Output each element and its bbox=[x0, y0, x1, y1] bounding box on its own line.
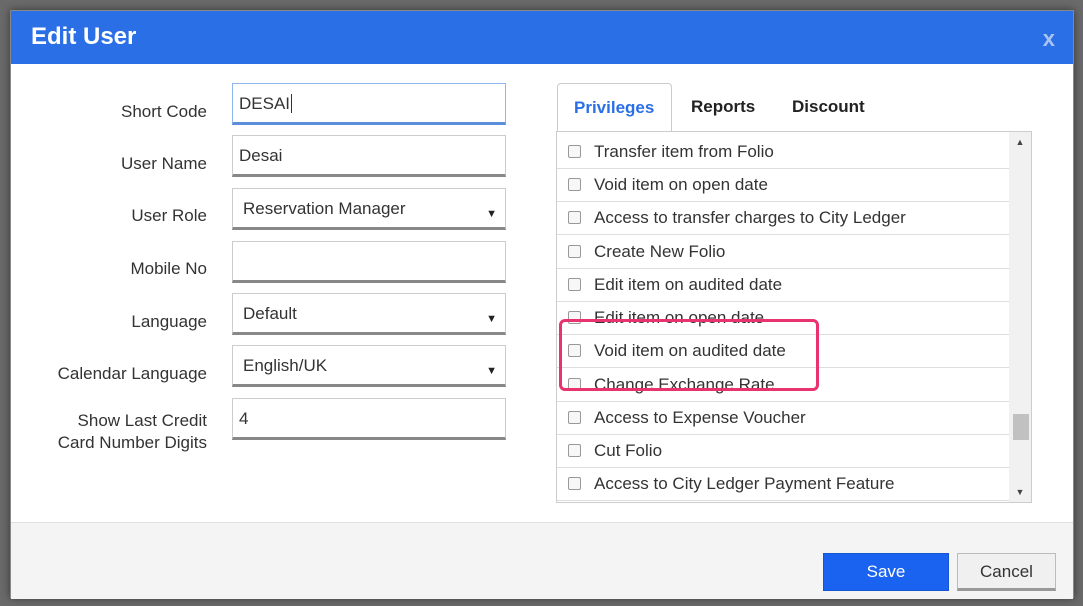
list-item[interactable]: Access to City Ledger Payment Feature bbox=[557, 468, 1009, 501]
checkbox[interactable] bbox=[568, 411, 581, 424]
user-role-value: Reservation Manager bbox=[243, 199, 406, 218]
list-item[interactable]: Transfer item from Folio bbox=[557, 136, 1009, 169]
list-item[interactable]: Change Exchange Rate bbox=[557, 369, 1009, 402]
scrollbar-thumb[interactable] bbox=[1013, 414, 1029, 440]
privilege-label: Cut Folio bbox=[594, 441, 663, 460]
list-item[interactable]: Access to Expense Voucher bbox=[557, 402, 1009, 435]
dialog-footer: Save Cancel bbox=[11, 522, 1073, 599]
dialog-titlebar: Edit User x bbox=[11, 11, 1073, 64]
checkbox[interactable] bbox=[568, 378, 581, 391]
list-item[interactable]: Create New Folio bbox=[557, 236, 1009, 269]
save-button[interactable]: Save bbox=[823, 553, 949, 591]
privilege-label: Create New Folio bbox=[594, 242, 726, 261]
calendar-language-label: Calendar Language bbox=[57, 364, 207, 383]
privilege-label: Edit item on audited date bbox=[594, 275, 783, 294]
show-last-digits-input[interactable]: 4 bbox=[232, 398, 506, 440]
edit-user-dialog: Edit User x Short Code DESAI User Name D… bbox=[10, 10, 1074, 599]
scroll-down-icon[interactable]: ▼ bbox=[1009, 484, 1031, 500]
privileges-list: Transfer item from Folio Void item on op… bbox=[556, 131, 1032, 503]
checkbox[interactable] bbox=[568, 444, 581, 457]
language-label: Language bbox=[131, 312, 207, 331]
checkbox[interactable] bbox=[568, 178, 581, 191]
checkbox[interactable] bbox=[568, 344, 581, 357]
checkbox[interactable] bbox=[568, 477, 581, 490]
list-scrollbar[interactable]: ▲ ▼ bbox=[1009, 132, 1031, 502]
user-role-label: User Role bbox=[131, 206, 207, 225]
mobile-no-label: Mobile No bbox=[130, 259, 207, 278]
privilege-label: Access to Expense Voucher bbox=[594, 408, 806, 427]
tab-discount[interactable]: Discount bbox=[776, 83, 881, 131]
scroll-up-icon[interactable]: ▲ bbox=[1009, 134, 1031, 150]
checkbox[interactable] bbox=[568, 211, 581, 224]
privilege-label: Edit item on open date bbox=[594, 308, 765, 327]
close-icon[interactable]: x bbox=[1043, 26, 1055, 52]
short-code-value: DESAI bbox=[239, 94, 291, 113]
checkbox[interactable] bbox=[568, 245, 581, 258]
privilege-label: Void item on open date bbox=[594, 175, 768, 194]
user-role-select[interactable]: Reservation Manager ▼ bbox=[232, 188, 506, 230]
calendar-language-value: English/UK bbox=[243, 356, 328, 375]
list-item[interactable]: Access to transfer charges to City Ledge… bbox=[557, 202, 1009, 235]
list-item[interactable]: Cut Folio bbox=[557, 435, 1009, 468]
short-code-input[interactable]: DESAI bbox=[232, 83, 506, 125]
show-last-digits-label-line1: Show Last Credit bbox=[77, 411, 207, 430]
chevron-down-icon: ▼ bbox=[486, 313, 497, 325]
list-item[interactable]: Void item on open date bbox=[557, 169, 1009, 202]
list-item[interactable]: Void item on audited date bbox=[557, 335, 1009, 368]
calendar-language-select[interactable]: English/UK ▼ bbox=[232, 345, 506, 387]
user-name-label: User Name bbox=[121, 154, 207, 173]
text-cursor bbox=[291, 94, 293, 113]
list-item[interactable]: Edit item on audited date bbox=[557, 269, 1009, 302]
mobile-no-input[interactable] bbox=[232, 241, 506, 283]
dialog-body: Short Code DESAI User Name Desai User Ro… bbox=[11, 64, 1073, 522]
short-code-label: Short Code bbox=[121, 102, 207, 121]
show-last-digits-label-line2: Card Number Digits bbox=[57, 433, 207, 452]
privilege-label: Access to City Ledger Payment Feature bbox=[594, 474, 895, 493]
language-select[interactable]: Default ▼ bbox=[232, 293, 506, 335]
user-name-input[interactable]: Desai bbox=[232, 135, 506, 177]
checkbox[interactable] bbox=[568, 311, 581, 324]
privilege-label: Change Exchange Rate bbox=[594, 375, 775, 394]
chevron-down-icon: ▼ bbox=[486, 365, 497, 377]
privilege-label: Void item on audited date bbox=[594, 341, 786, 360]
show-last-digits-label: Show Last Credit Card Number Digits bbox=[58, 410, 207, 454]
language-value: Default bbox=[243, 304, 297, 323]
list-item[interactable]: Edit item on open date bbox=[557, 302, 1009, 335]
tab-reports[interactable]: Reports bbox=[675, 83, 771, 131]
dialog-title: Edit User bbox=[31, 23, 137, 50]
privilege-label: Transfer item from Folio bbox=[594, 142, 774, 161]
checkbox[interactable] bbox=[568, 145, 581, 158]
checkbox[interactable] bbox=[568, 278, 581, 291]
cancel-button[interactable]: Cancel bbox=[957, 553, 1056, 591]
chevron-down-icon: ▼ bbox=[486, 208, 497, 220]
privilege-label: Access to transfer charges to City Ledge… bbox=[594, 208, 906, 227]
tab-privileges[interactable]: Privileges bbox=[557, 83, 672, 131]
